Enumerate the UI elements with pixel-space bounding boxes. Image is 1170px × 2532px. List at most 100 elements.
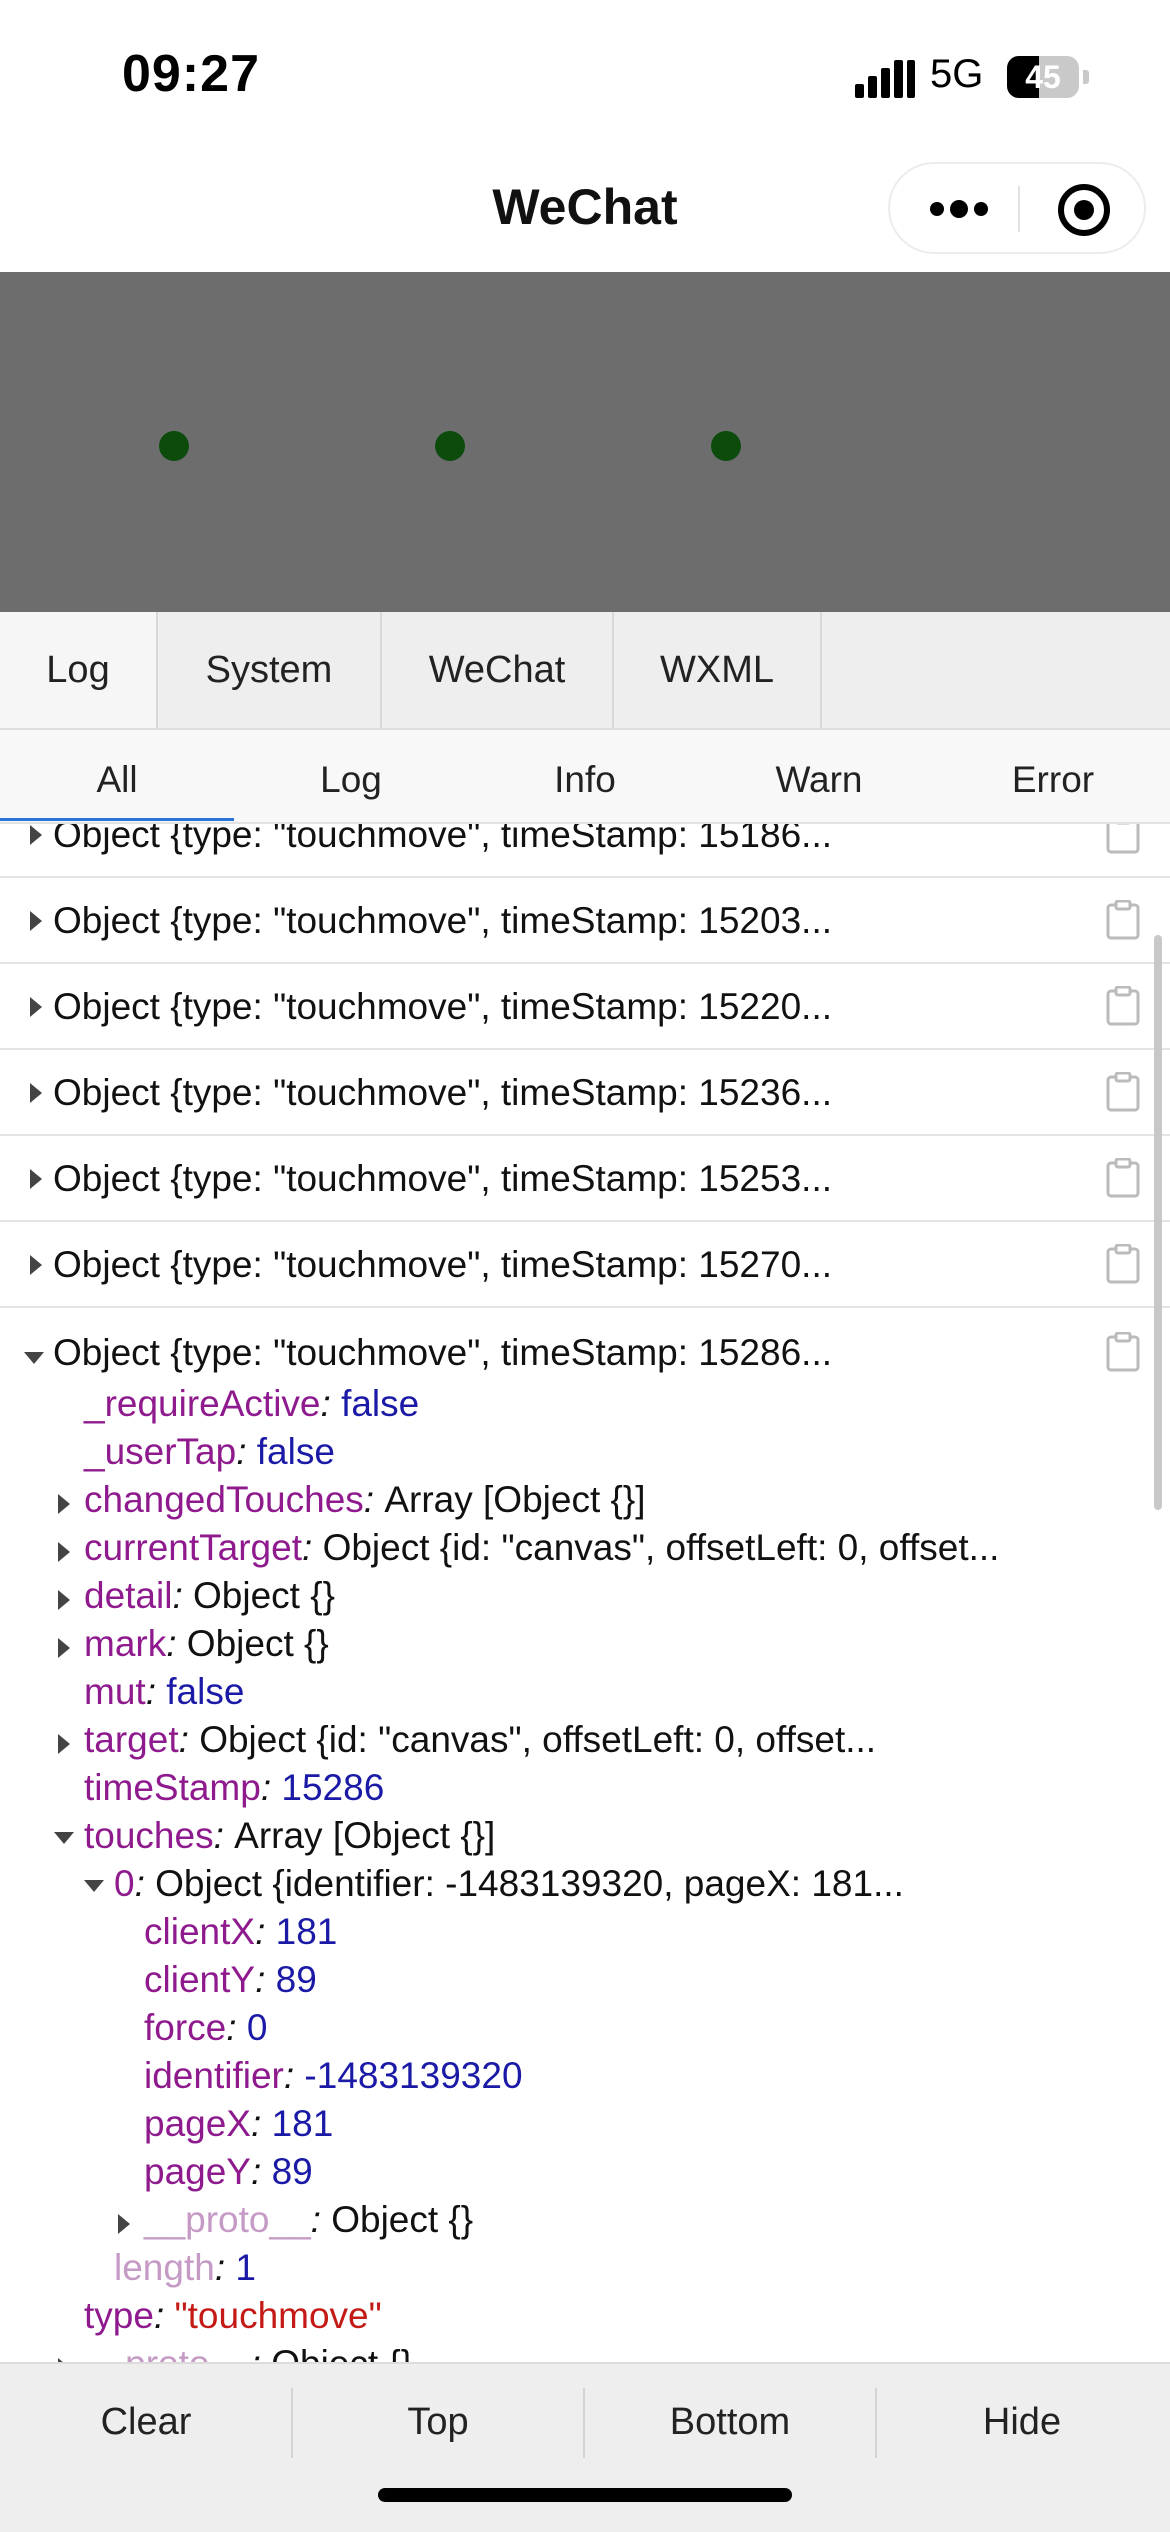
expand-caret-icon[interactable]	[58, 1494, 70, 1514]
filter-info[interactable]: Info	[468, 730, 702, 822]
property-key: 0	[114, 1863, 135, 1904]
tab-wechat[interactable]: WeChat	[382, 612, 614, 728]
expand-caret-icon[interactable]	[30, 825, 42, 845]
property-key: changedTouches	[84, 1479, 364, 1520]
property-key: mut	[84, 1671, 146, 1712]
log-row[interactable]: Object {type: "touchmove", timeStamp: 15…	[0, 878, 1170, 964]
log-row-text: Object {type: "touchmove", timeStamp: 15…	[53, 1072, 833, 1113]
touch-point	[159, 431, 189, 461]
property-value: 89	[271, 2151, 313, 2192]
property-key: detail	[84, 1575, 173, 1616]
log-row[interactable]: Object {type: "touchmove", timeStamp: 15…	[0, 824, 1170, 878]
property-line[interactable]: __proto__: Object {}	[84, 2340, 413, 2362]
property-line: force: 0	[144, 2007, 268, 2048]
tab-system[interactable]: System	[158, 612, 382, 728]
collapse-caret-icon[interactable]	[84, 1880, 104, 1892]
property-line[interactable]: changedTouches: Array [Object {}]	[84, 1476, 646, 1524]
log-list[interactable]: Object {type: "touchmove", timeStamp: 15…	[0, 824, 1170, 2362]
log-row-text: Object {type: "touchmove", timeStamp: 15…	[53, 1158, 833, 1199]
tab-log[interactable]: Log	[0, 612, 158, 728]
log-row[interactable]: Object {type: "touchmove", timeStamp: 15…	[0, 1136, 1170, 1222]
expand-caret-icon[interactable]	[58, 1590, 70, 1610]
property-line: _requireActive: false	[84, 1383, 420, 1424]
log-row-text: Object {type: "touchmove", timeStamp: 15…	[53, 986, 833, 1027]
property-line[interactable]: detail: Object {}	[84, 1572, 335, 1620]
property-key: _requireActive	[84, 1383, 321, 1424]
collapse-caret-icon[interactable]	[54, 1832, 74, 1844]
property-key: currentTarget	[84, 1527, 302, 1568]
expand-caret-icon[interactable]	[30, 1169, 42, 1189]
log-row-text: Object {type: "touchmove", timeStamp: 15…	[53, 1244, 833, 1285]
property-line: clientY: 89	[144, 1959, 317, 2000]
battery-icon: 45	[1007, 56, 1079, 98]
log-row[interactable]: Object {type: "touchmove", timeStamp: 15…	[0, 964, 1170, 1050]
expand-caret-icon[interactable]	[30, 997, 42, 1017]
log-row-text: Object {type: "touchmove", timeStamp: 15…	[53, 824, 833, 855]
tab-wxml[interactable]: WXML	[614, 612, 822, 728]
expand-caret-icon[interactable]	[118, 2214, 130, 2234]
property-key: _userTap	[84, 1431, 237, 1472]
expand-caret-icon[interactable]	[58, 1638, 70, 1658]
property-line: _userTap: false	[84, 1431, 335, 1472]
property-line: length: 1	[114, 2247, 256, 2288]
property-line[interactable]: __proto__: Object {}	[144, 2196, 473, 2244]
expand-caret-icon[interactable]	[30, 911, 42, 931]
property-value: false	[341, 1383, 420, 1424]
top-button[interactable]: Top	[292, 2364, 584, 2480]
property-line[interactable]: mark: Object {}	[84, 1620, 329, 1668]
filter-all[interactable]: All	[0, 730, 234, 822]
property-value: "touchmove"	[174, 2295, 382, 2336]
copy-icon[interactable]	[1106, 1158, 1140, 1198]
property-line[interactable]: 0: Object {identifier: -1483139320, page…	[114, 1860, 904, 1908]
log-row[interactable]: Object {type: "touchmove", timeStamp: 15…	[0, 1222, 1170, 1308]
property-line: mut: false	[84, 1671, 245, 1712]
property-key: __proto__	[84, 2343, 251, 2362]
property-line[interactable]: touches: Array [Object {}]	[84, 1812, 495, 1860]
property-value: Array [Object {}]	[234, 1815, 496, 1856]
copy-icon[interactable]	[1106, 1332, 1140, 1372]
touch-canvas[interactable]	[0, 272, 1170, 612]
expand-caret-icon[interactable]	[58, 1734, 70, 1754]
bottom-button[interactable]: Bottom	[584, 2364, 876, 2480]
property-line: pageY: 89	[144, 2151, 313, 2192]
copy-icon[interactable]	[1106, 986, 1140, 1026]
copy-icon[interactable]	[1106, 900, 1140, 940]
property-line: pageX: 181	[144, 2103, 334, 2144]
property-line[interactable]: target: Object {id: "canvas", offsetLeft…	[84, 1716, 876, 1764]
filter-error[interactable]: Error	[936, 730, 1170, 822]
property-value: Object {}	[186, 1623, 329, 1664]
property-key: clientY	[144, 1959, 256, 2000]
expand-caret-icon[interactable]	[58, 1542, 70, 1562]
hide-button[interactable]: Hide	[876, 2364, 1168, 2480]
log-scrollbar[interactable]	[1154, 935, 1162, 1510]
home-indicator[interactable]	[378, 2488, 792, 2502]
expand-caret-icon[interactable]	[30, 1083, 42, 1103]
property-key: force	[144, 2007, 227, 2048]
nav-bar: WeChat	[0, 150, 1170, 272]
property-line[interactable]: currentTarget: Object {id: "canvas", off…	[84, 1524, 999, 1572]
status-time: 09:27	[122, 45, 260, 103]
property-value: Object {}	[271, 2343, 413, 2362]
log-row[interactable]: Object {type: "touchmove", timeStamp: 15…	[0, 1050, 1170, 1136]
expand-caret-icon[interactable]	[30, 1255, 42, 1275]
property-value: 89	[275, 1959, 317, 2000]
filter-log[interactable]: Log	[234, 730, 468, 822]
collapse-caret-icon[interactable]	[24, 1352, 44, 1364]
property-key: length	[114, 2247, 215, 2288]
network-type: 5G	[930, 52, 984, 96]
filter-warn[interactable]: Warn	[702, 730, 936, 822]
capsule-divider	[1018, 186, 1020, 232]
property-value: Array [Object {}]	[384, 1479, 646, 1520]
console-bottom-bar: Clear Top Bottom Hide	[0, 2362, 1170, 2532]
copy-icon[interactable]	[1106, 824, 1140, 854]
capsule-menu	[888, 162, 1146, 254]
expanded-log-header[interactable]: Object {type: "touchmove", timeStamp: 15…	[53, 1332, 832, 1374]
property-key: clientX	[144, 1911, 256, 1952]
copy-icon[interactable]	[1106, 1072, 1140, 1112]
active-filter-indicator	[0, 818, 234, 821]
clear-button[interactable]: Clear	[0, 2364, 292, 2480]
copy-icon[interactable]	[1106, 1244, 1140, 1284]
property-value: false	[256, 1431, 335, 1472]
mini-program-close-icon[interactable]	[1056, 182, 1112, 238]
more-dots-icon[interactable]	[928, 196, 990, 222]
